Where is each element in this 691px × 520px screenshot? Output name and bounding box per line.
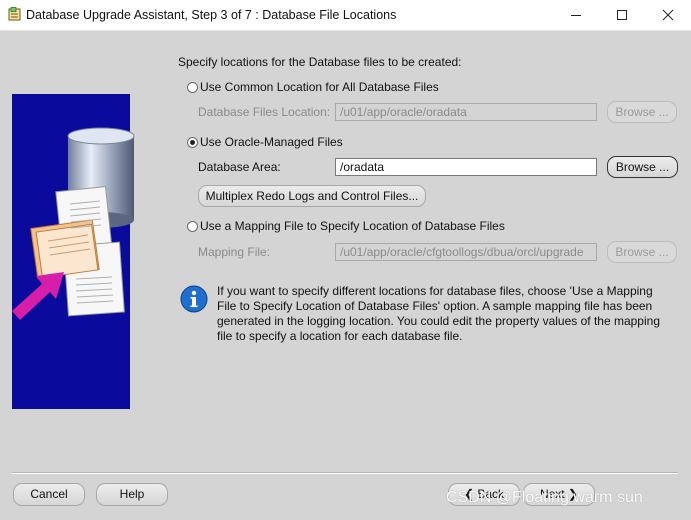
window-title: Database Upgrade Assistant, Step 3 of 7 … bbox=[26, 8, 397, 22]
close-icon bbox=[662, 9, 674, 21]
minimize-button[interactable] bbox=[553, 0, 599, 30]
help-button[interactable]: Help bbox=[96, 483, 168, 506]
title-bar: Database Upgrade Assistant, Step 3 of 7 … bbox=[0, 0, 691, 31]
dialog-body: Specify locations for the Database files… bbox=[0, 31, 691, 520]
database-area-browse-button[interactable]: Browse ... bbox=[607, 156, 678, 178]
mapping-file-label: Mapping File: bbox=[198, 245, 271, 259]
minimize-icon bbox=[571, 15, 581, 16]
oracle-managed-label[interactable]: Use Oracle-Managed Files bbox=[200, 135, 343, 149]
common-location-radio[interactable] bbox=[187, 82, 198, 93]
common-location-label[interactable]: Use Common Location for All Database Fil… bbox=[200, 80, 439, 94]
multiplex-redo-logs-button[interactable]: Multiplex Redo Logs and Control Files... bbox=[198, 185, 426, 207]
oracle-managed-radio[interactable] bbox=[187, 137, 198, 148]
dbua-app-icon bbox=[8, 7, 21, 21]
page-heading: Specify locations for the Database files… bbox=[178, 55, 462, 69]
database-area-field[interactable]: /oradata bbox=[335, 158, 597, 176]
maximize-icon bbox=[617, 10, 627, 20]
mapping-file-field[interactable]: /u01/app/oracle/cfgtoollogs/dbua/orcl/up… bbox=[335, 243, 597, 261]
watermark-text: CSDN @Floating warm sun bbox=[446, 489, 643, 506]
mapping-file-option-label[interactable]: Use a Mapping File to Specify Location o… bbox=[200, 219, 505, 233]
cancel-button[interactable]: Cancel bbox=[13, 483, 85, 506]
info-message: If you want to specify different locatio… bbox=[217, 284, 660, 343]
mapping-file-radio[interactable] bbox=[187, 221, 198, 232]
footer-divider bbox=[12, 472, 678, 474]
wizard-graphic bbox=[12, 94, 135, 409]
database-area-label: Database Area: bbox=[198, 160, 281, 174]
common-browse-button[interactable]: Browse ... bbox=[607, 101, 677, 123]
radio-selected-dot bbox=[190, 140, 195, 145]
database-files-location-label: Database Files Location: bbox=[198, 105, 331, 119]
database-documents-illustration bbox=[12, 127, 135, 320]
mapping-browse-button[interactable]: Browse ... bbox=[607, 241, 677, 263]
database-files-location-field[interactable]: /u01/app/oracle/oradata bbox=[335, 103, 597, 121]
info-icon bbox=[180, 285, 208, 313]
close-button[interactable] bbox=[645, 0, 691, 30]
maximize-button[interactable] bbox=[599, 0, 645, 30]
